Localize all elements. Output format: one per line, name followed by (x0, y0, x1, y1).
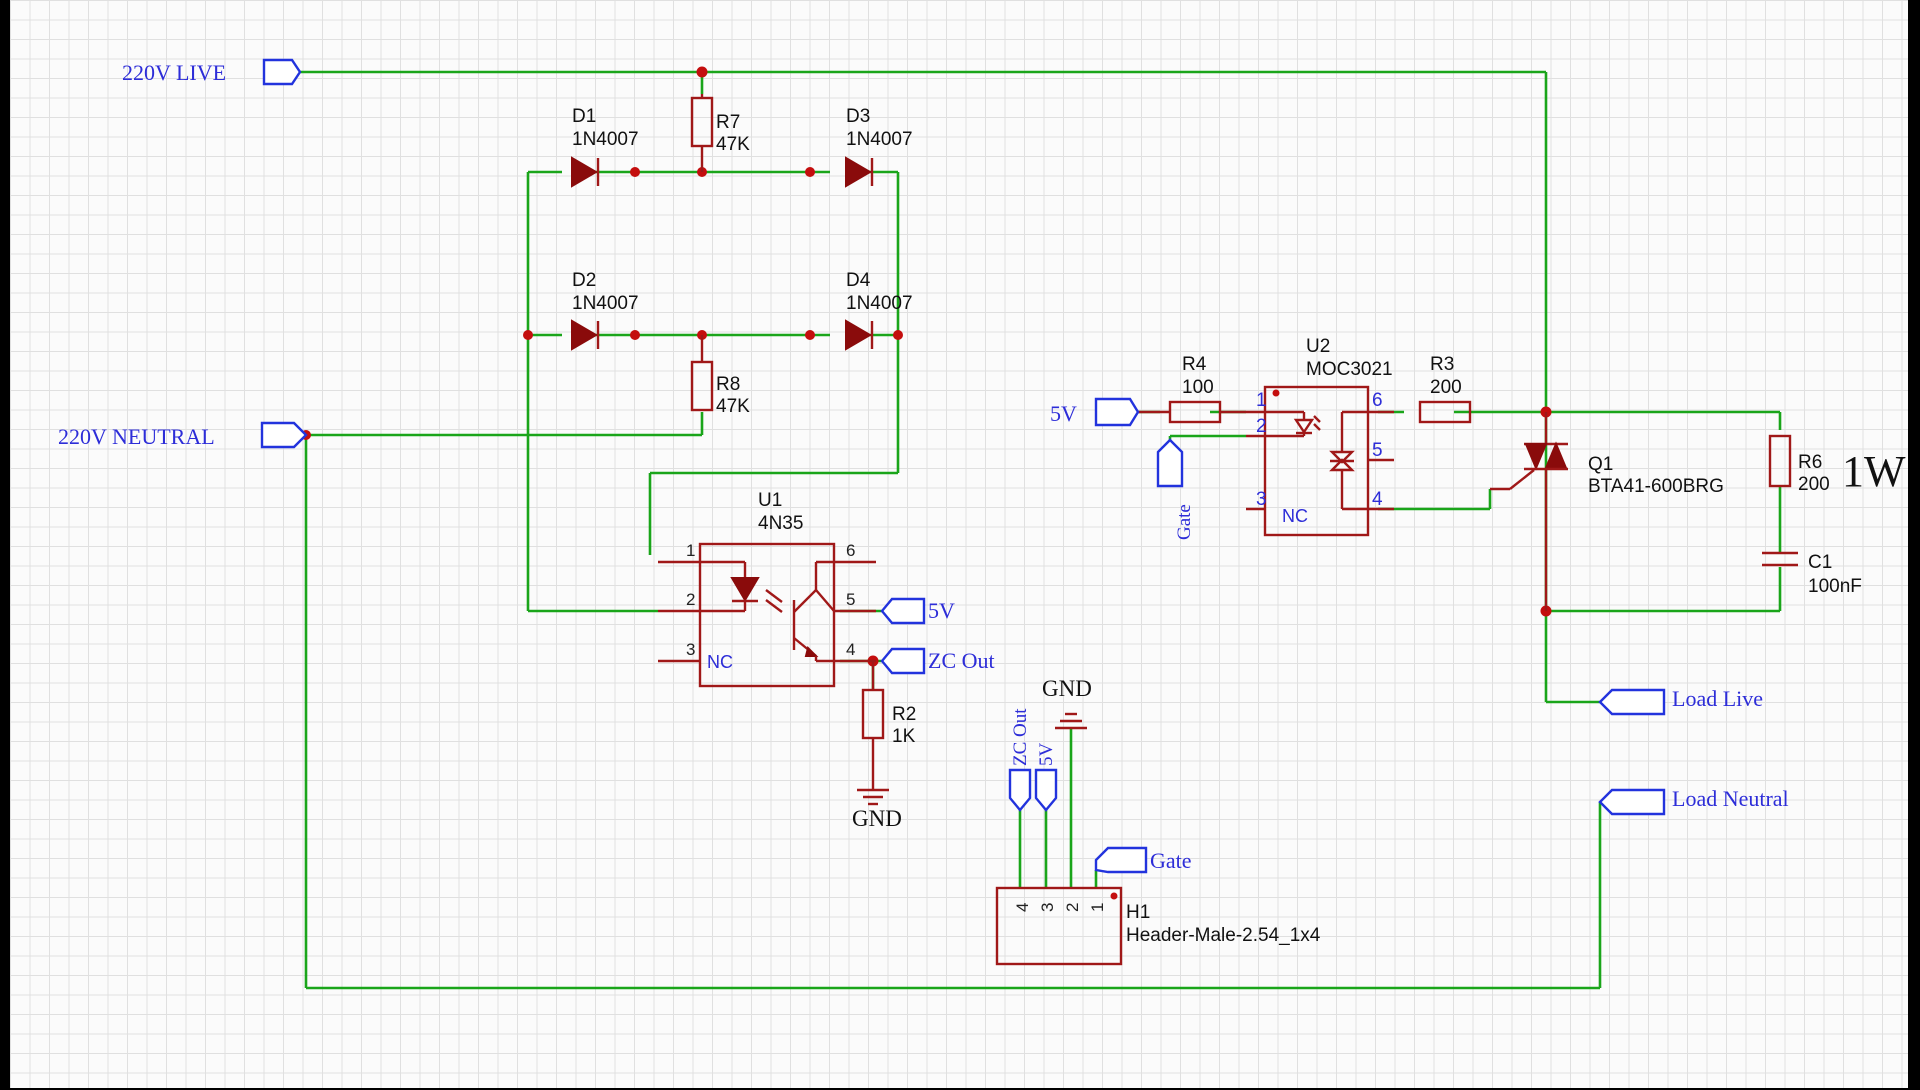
net-gate-u2-label: Gate (1174, 504, 1195, 540)
optocoupler-u1: 1 2 3 4 5 6 NC U1 4N35 (658, 490, 876, 688)
schematic-svg: D1 1N4007 D3 1N4007 D2 1N4007 D4 1N4007 … (58, 58, 1906, 990)
d1-value: 1N4007 (572, 129, 639, 150)
u1-nc-label: NC (707, 652, 733, 672)
netflag-load-live: Load Live (1598, 686, 1763, 716)
h1-pin3: 3 (1038, 903, 1057, 912)
h1-ref: H1 (1126, 902, 1150, 923)
d2-ref: D2 (572, 270, 596, 291)
diode-d2: D2 1N4007 (571, 270, 639, 351)
r2-ref: R2 (892, 704, 916, 725)
net-5v-u1-label: 5V (928, 598, 955, 623)
u2-pin6: 6 (1372, 390, 1383, 411)
resistor-r6: R6 200 1W (1768, 434, 1906, 496)
netflag-h1-zc-out: ZC Out (1008, 708, 1032, 812)
net-load-neutral-label: Load Neutral (1672, 786, 1789, 811)
u1-pin4: 4 (846, 640, 855, 659)
u2-ref: U2 (1306, 336, 1330, 357)
u2-pin2: 2 (1256, 416, 1267, 437)
net-h1-5v-label: 5V (1036, 743, 1057, 767)
r8-ref: R8 (716, 374, 740, 395)
netflag-5v-u2: 5V (1050, 397, 1140, 427)
u2-pin5: 5 (1372, 440, 1383, 461)
r7-ref: R7 (716, 112, 740, 133)
netflag-load-neutral: Load Neutral (1598, 786, 1789, 816)
net-220v-neutral-label: 220V NEUTRAL (58, 424, 215, 449)
r6-power-label: 1W (1842, 447, 1906, 496)
wires (300, 70, 1782, 990)
u1-ref: U1 (758, 490, 782, 511)
net-220v-live-label: 220V LIVE (122, 60, 226, 85)
netflag-h1-5v: 5V (1034, 743, 1058, 812)
c1-ref: C1 (1808, 552, 1832, 573)
d4-ref: D4 (846, 270, 871, 291)
netflag-220v-neutral: 220V NEUTRAL (58, 421, 308, 449)
r3-ref: R3 (1430, 354, 1454, 375)
net-gate-h1-label: Gate (1150, 848, 1192, 873)
ground-symbol-h1: GND (1042, 676, 1092, 730)
d2-value: 1N4007 (572, 293, 639, 314)
net-5v-u2-label: 5V (1050, 401, 1077, 426)
u1-pin5: 5 (846, 590, 855, 609)
r3-value: 200 (1430, 377, 1462, 398)
resistor-r4: R4 100 (1138, 354, 1246, 424)
d4-value: 1N4007 (846, 293, 913, 314)
u2-pin1: 1 (1256, 390, 1267, 411)
netflag-220v-live: 220V LIVE (122, 58, 302, 86)
d3-ref: D3 (846, 106, 870, 127)
optotriac-u2: 1 2 3 4 5 6 NC U2 MOC3021 (1246, 336, 1394, 537)
schematic-canvas: D1 1N4007 D3 1N4007 D2 1N4007 D4 1N4007 … (10, 0, 1908, 1088)
r6-value: 200 (1798, 474, 1830, 495)
u2-value: MOC3021 (1306, 359, 1393, 380)
u2-pin4: 4 (1372, 489, 1383, 510)
h1-pin4: 4 (1013, 903, 1032, 912)
resistor-r8: R8 47K (690, 335, 750, 417)
d3-value: 1N4007 (846, 129, 913, 150)
capacitor-c1: C1 100nF (1762, 551, 1862, 597)
r6-ref: R6 (1798, 452, 1822, 473)
resistor-r2: R2 1K (861, 661, 916, 790)
u1-pin6: 6 (846, 541, 855, 560)
netflag-5v-u1: 5V (880, 597, 955, 625)
net-load-live-label: Load Live (1672, 686, 1763, 711)
h1-value: Header-Male-2.54_1x4 (1126, 925, 1321, 946)
h1-pin1: 1 (1088, 903, 1107, 912)
net-zc-out-label: ZC Out (928, 648, 995, 673)
netflag-gate-u2: Gate (1156, 438, 1195, 540)
netflag-gate-h1: Gate (1094, 846, 1192, 874)
q1-value: BTA41-600BRG (1588, 476, 1724, 497)
u1-pin3: 3 (686, 640, 695, 659)
netflag-zc-out: ZC Out (880, 647, 995, 675)
r4-ref: R4 (1182, 354, 1207, 375)
q1-ref: Q1 (1588, 454, 1613, 475)
h1-pin2: 2 (1063, 903, 1082, 912)
triac-q1: Q1 BTA41-600BRG (1490, 412, 1724, 611)
u2-pin3: 3 (1256, 489, 1267, 510)
u1-value: 4N35 (758, 513, 803, 534)
d1-ref: D1 (572, 106, 596, 127)
u1-pin1: 1 (686, 541, 695, 560)
r8-value: 47K (716, 396, 750, 417)
u1-pin2: 2 (686, 590, 695, 609)
net-h1-zc-out-label: ZC Out (1010, 708, 1031, 766)
gnd-label-h1: GND (1042, 676, 1092, 701)
diode-d1: D1 1N4007 (571, 106, 639, 188)
gnd-label-r2: GND (852, 806, 902, 831)
header-h1: 4 3 2 1 H1 Header-Male-2.54_1x4 (995, 886, 1321, 966)
c1-value: 100nF (1808, 576, 1862, 597)
ground-symbol-r2: GND (852, 788, 902, 831)
u2-nc-label: NC (1282, 506, 1308, 526)
diode-d3: D3 1N4007 (845, 106, 913, 188)
r7-value: 47K (716, 134, 750, 155)
r4-value: 100 (1182, 377, 1214, 398)
r2-value: 1K (892, 726, 916, 747)
diode-d4: D4 1N4007 (845, 270, 913, 351)
resistor-r7: R7 47K (690, 94, 750, 172)
